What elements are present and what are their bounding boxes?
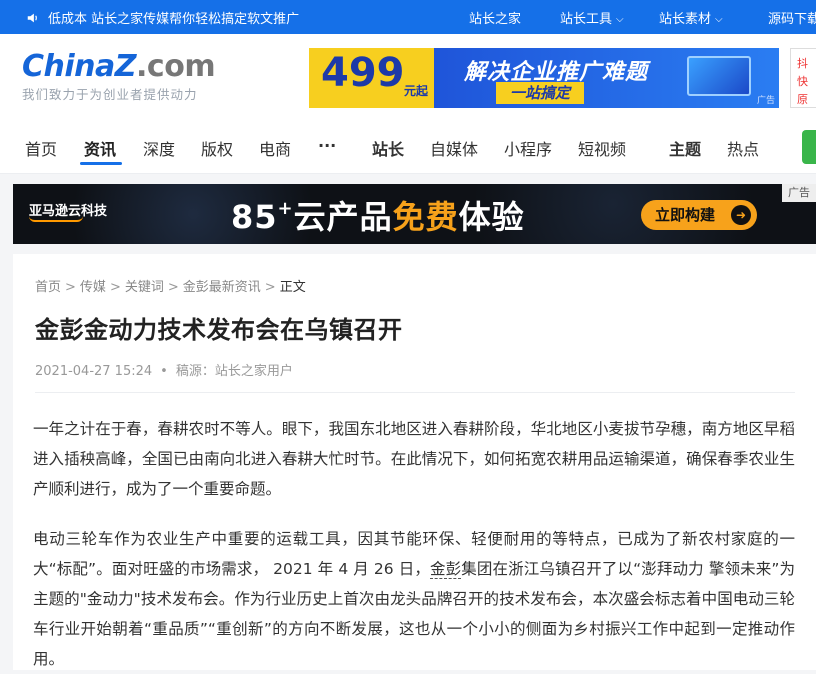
logo-wordmark: ChinaZ.com (22, 49, 216, 84)
ad-label: 广告 (782, 184, 816, 202)
nav-item-home[interactable]: 首页 (25, 136, 57, 160)
breadcrumb-home[interactable]: 首页 (35, 280, 61, 295)
logo-slogan: 我们致力于为创业者提供动力 (22, 87, 198, 102)
amazon-logo: 亚马逊云科技 (29, 200, 107, 222)
article-meta: 2021-04-27 15:24 • 稿源：站长之家用户 (35, 360, 293, 379)
laptop-icon (687, 56, 751, 96)
meta-dot: • (160, 364, 168, 379)
breadcrumb-sep: > (167, 280, 179, 295)
nav-more-icon[interactable]: ··· (318, 136, 336, 155)
ad-brand-text: 亚马逊云科技 (29, 204, 108, 219)
top-bar: 低成本 站长之家传媒帮你轻松搞定软文推广 站长之家 站长工具 ⌵ 站长素材 ⌵ 源码… (0, 0, 816, 34)
nav-item-copyright[interactable]: 版权 (201, 136, 233, 160)
site-logo[interactable]: ChinaZ.com 我们致力于为创业者提供动力 (22, 48, 216, 103)
main-nav: 首页 资讯 深度 版权 电商 ··· 站长 自媒体 小程序 短视频 主题 热点 (0, 118, 816, 174)
price-block: 499 元起 (309, 48, 434, 108)
promo-notice-text: 低成本 站长之家传媒帮你轻松搞定软文推广 (48, 12, 300, 27)
banner-blue: 解决企业推广难题 一站搞定 广告 (434, 48, 779, 108)
banner-sub: 一站搞定 (496, 82, 585, 104)
breadcrumb: 首页 > 传媒 > 关键词 > 金彭最新资讯 > 正文 (35, 276, 306, 295)
breadcrumb-sep: > (264, 280, 276, 295)
topnav-label: 站长工具 (560, 12, 613, 27)
topnav-label: 源码下载 (768, 12, 816, 27)
article-card: 首页 > 传媒 > 关键词 > 金彭最新资讯 > 正文 金彭金动力技术发布会在乌镇召开 2021… (13, 254, 816, 670)
header-ad-banner[interactable]: 499 元起 解决企业推广难题 一站搞定 广告 (309, 48, 779, 108)
side-mini-item: 抖 (797, 57, 808, 70)
nav-item-news[interactable]: 资讯 (84, 136, 116, 160)
side-mini-menu[interactable]: 抖 快 原 (790, 48, 816, 108)
topnav-source[interactable]: 源码下载 (768, 8, 816, 27)
chevron-down-icon: ⌵ (715, 14, 723, 25)
breadcrumb-jinpeng[interactable]: 金彭最新资讯 (183, 280, 261, 295)
cloud-ad-banner[interactable]: 亚马逊云科技 85+云产品免费体验 立即构建 ➜ 广告 (13, 184, 816, 244)
ad-tag: 广告 (756, 96, 775, 106)
speaker-icon (27, 13, 37, 22)
article-paragraph-2: 电动三轮车作为农业生产中重要的运载工具，因其节能环保、轻便耐用的等特点，已成为了… (33, 530, 795, 668)
article-title: 金彭金动力技术发布会在乌镇召开 (35, 316, 403, 344)
price-suffix: 元起 (404, 84, 429, 98)
brand-keyword-link[interactable]: 金彭 (429, 560, 462, 579)
nav-item-miniprogram[interactable]: 小程序 (504, 136, 552, 160)
nav-item-hot[interactable]: 热点 (727, 136, 759, 160)
nav-active-indicator (80, 162, 122, 165)
nav-item-depth[interactable]: 深度 (143, 136, 175, 160)
cta-label: 立即构建 (655, 206, 716, 224)
breadcrumb-sep: > (109, 280, 121, 295)
ad-headline: 85+云产品免费体验 (231, 198, 525, 236)
nav-item-ecommerce[interactable]: 电商 (259, 136, 291, 160)
side-mini-item: 快 (797, 75, 808, 88)
publish-date: 2021-04-27 15:24 (35, 364, 153, 379)
topnav-materials[interactable]: 站长素材 ⌵ (659, 8, 723, 27)
article-source: 稿源：站长之家用户 (175, 364, 293, 379)
nav-item-topics[interactable]: 主题 (669, 136, 701, 160)
promo-notice[interactable]: 低成本 站长之家传媒帮你轻松搞定软文推广 (26, 8, 299, 27)
arrow-right-icon: ➜ (731, 205, 751, 225)
site-header: ChinaZ.com 我们致力于为创业者提供动力 499 元起 解决企业推广难题… (0, 34, 816, 118)
chevron-down-icon: ⌵ (616, 14, 624, 25)
topnav-label: 站长素材 (659, 12, 712, 27)
topnav-zhanzhang[interactable]: 站长之家 (469, 8, 521, 27)
nav-item-shortvideo[interactable]: 短视频 (578, 136, 626, 160)
breadcrumb-media[interactable]: 传媒 (80, 280, 106, 295)
side-mini-item: 原 (797, 93, 808, 106)
topnav-tools[interactable]: 站长工具 ⌵ (560, 8, 624, 27)
nav-item-selfmedia[interactable]: 自媒体 (430, 136, 478, 160)
side-green-button[interactable] (802, 130, 816, 164)
breadcrumb-sep: > (65, 280, 76, 295)
breadcrumb-keywords[interactable]: 关键词 (125, 280, 164, 295)
divider (35, 392, 795, 393)
article-paragraph-1: 一年之计在于春，春耕农时不等人。眼下，我国东北地区进入春耕阶段，华北地区小麦拔节… (33, 420, 795, 498)
nav-item-webmaster[interactable]: 站长 (372, 136, 404, 160)
topnav-label: 站长之家 (469, 12, 522, 27)
build-now-button[interactable]: 立即构建 ➜ (641, 200, 757, 230)
breadcrumb-current: 正文 (279, 280, 306, 295)
price: 499 (321, 50, 405, 96)
